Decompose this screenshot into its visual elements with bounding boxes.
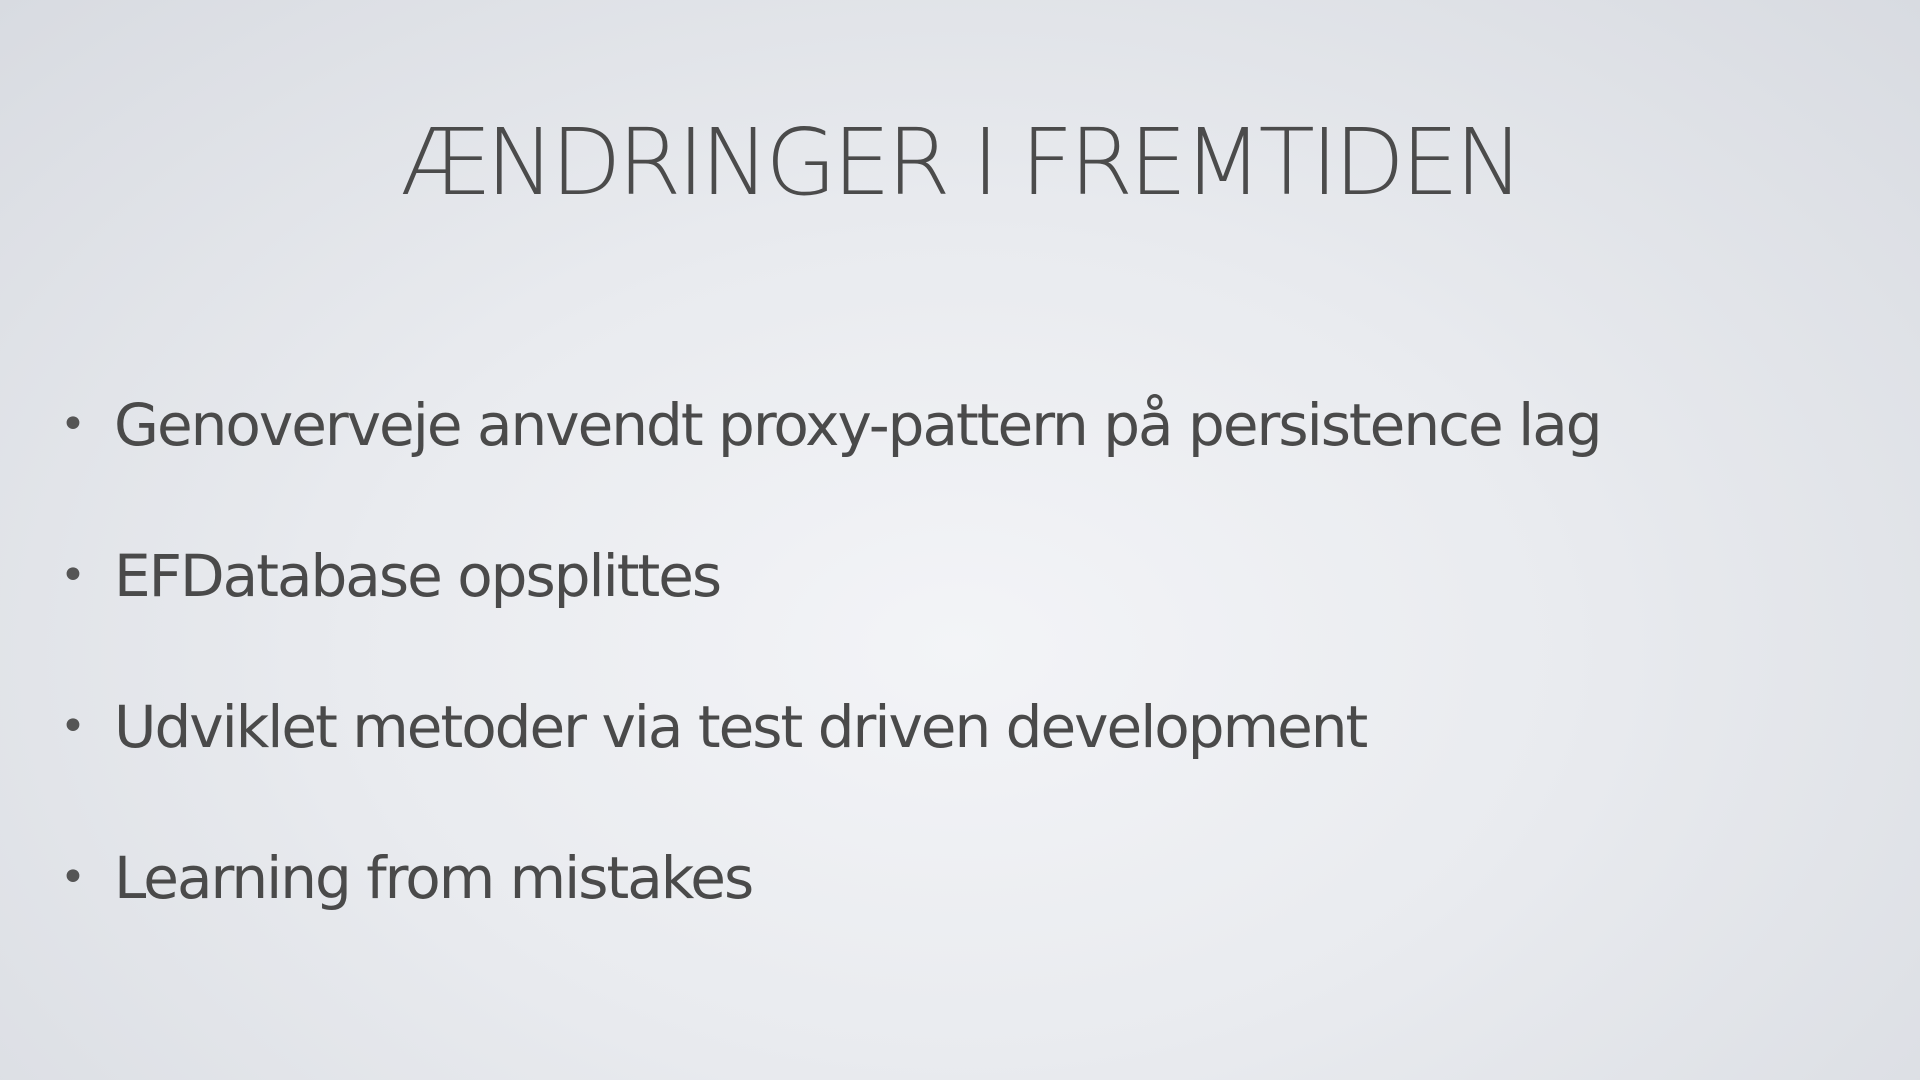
list-item: • Udviklet metoder via test driven devel… [60,682,1840,833]
list-item: • EFDatabase opsplittes [60,531,1840,682]
bullet-icon: • [60,852,86,903]
bullet-text: Genoverveje anvendt proxy-pattern på per… [114,391,1603,459]
slide-title: ÆNDRINGER I FREMTIDEN [400,109,1524,216]
list-item: • Learning from mistakes [60,833,1840,984]
bullet-list: • Genoverveje anvendt proxy-pattern på p… [60,380,1840,984]
bullet-icon: • [60,701,86,752]
bullet-text: Learning from mistakes [114,844,754,912]
bullet-icon: • [60,399,86,450]
presentation-slide: ÆNDRINGER I FREMTIDEN • Genoverveje anve… [0,0,1920,1080]
list-item: • Genoverveje anvendt proxy-pattern på p… [60,380,1840,531]
bullet-text: EFDatabase opsplittes [114,542,722,610]
bullet-text: Udviklet metoder via test driven develop… [114,693,1368,761]
bullet-icon: • [60,550,86,601]
